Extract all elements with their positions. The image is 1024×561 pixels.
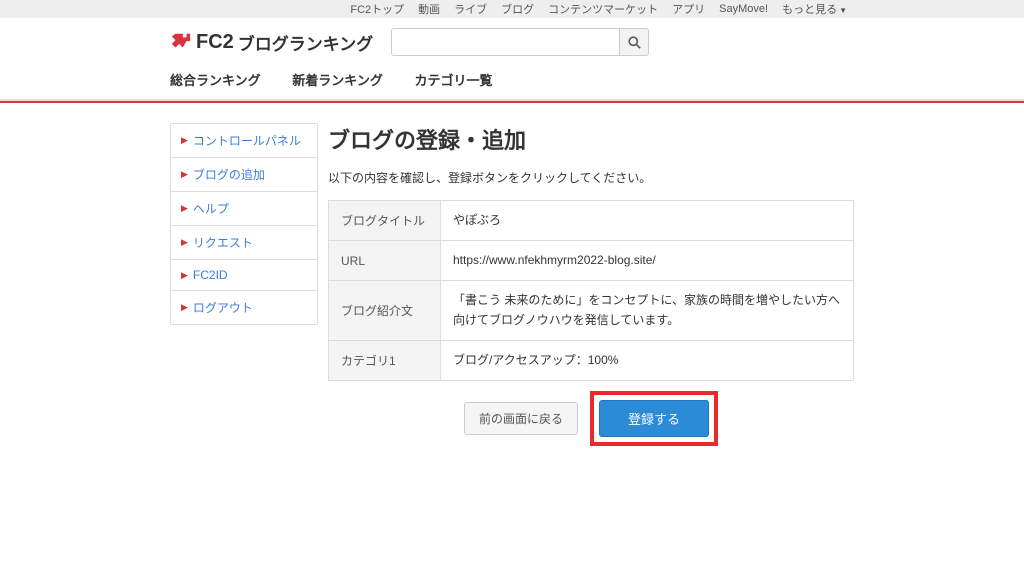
nav-link-overall[interactable]: 総合ランキング bbox=[170, 73, 261, 88]
triangle-icon: ▶ bbox=[181, 169, 188, 180]
topbar-link[interactable]: コンテンツマーケット bbox=[548, 1, 658, 17]
row-value: 「書こう 未来のために」をコンセプトに、家族の時間を増やしたい方へ向けてブログノ… bbox=[441, 281, 854, 340]
nav-link-categories[interactable]: カテゴリ一覧 bbox=[415, 73, 493, 88]
sidebar-item-label: リクエスト bbox=[193, 234, 253, 251]
logo[interactable]: FC2 ブログランキング bbox=[170, 30, 373, 55]
sidebar-item-request[interactable]: ▶ リクエスト bbox=[171, 226, 317, 260]
register-button-highlight: 登録する bbox=[590, 391, 718, 446]
topbar-link[interactable]: FC2トップ bbox=[350, 1, 404, 17]
topbar-link[interactable]: ブログ bbox=[501, 1, 534, 17]
logo-sub-text: ブログランキング bbox=[238, 30, 374, 55]
table-row: URL https://www.nfekhmyrm2022-blog.site/ bbox=[329, 241, 854, 281]
topbar-link[interactable]: アプリ bbox=[672, 1, 705, 17]
top-nav-bar: FC2トップ 動画 ライブ ブログ コンテンツマーケット アプリ SayMove… bbox=[0, 0, 1024, 18]
header: FC2 ブログランキング bbox=[0, 18, 1024, 62]
register-button[interactable]: 登録する bbox=[599, 400, 709, 437]
search-icon bbox=[628, 36, 641, 49]
row-label: ブログ紹介文 bbox=[329, 281, 441, 340]
sidebar-item-control-panel[interactable]: ▶ コントロールパネル bbox=[171, 124, 317, 158]
page-title: ブログの登録・追加 bbox=[328, 123, 854, 155]
nav-link-new[interactable]: 新着ランキング bbox=[292, 73, 383, 88]
sidebar-item-logout[interactable]: ▶ ログアウト bbox=[171, 291, 317, 324]
row-value: ブログ/アクセスアップ：100% bbox=[441, 340, 854, 380]
sidebar-item-help[interactable]: ▶ ヘルプ bbox=[171, 192, 317, 226]
logo-brand-text: FC2 bbox=[196, 31, 234, 54]
sidebar-item-fc2id[interactable]: ▶ FC2ID bbox=[171, 260, 317, 291]
table-row: カテゴリ1 ブログ/アクセスアップ：100% bbox=[329, 340, 854, 380]
sidebar: ▶ コントロールパネル ▶ ブログの追加 ▶ ヘルプ ▶ リクエスト ▶ FC2… bbox=[170, 123, 318, 446]
button-row: 前の画面に戻る 登録する bbox=[328, 391, 854, 446]
row-label: URL bbox=[329, 241, 441, 281]
main-nav: 総合ランキング 新着ランキング カテゴリ一覧 bbox=[0, 62, 1024, 101]
sidebar-item-label: FC2ID bbox=[193, 268, 228, 282]
triangle-icon: ▶ bbox=[181, 135, 188, 146]
sidebar-item-label: コントロールパネル bbox=[193, 132, 301, 149]
row-label: ブログタイトル bbox=[329, 201, 441, 241]
sidebar-item-add-blog[interactable]: ▶ ブログの追加 bbox=[171, 158, 317, 192]
triangle-icon: ▶ bbox=[181, 203, 188, 214]
topbar-more-link[interactable]: もっと見る▼ bbox=[782, 1, 847, 17]
row-value: やぽぶろ bbox=[441, 201, 854, 241]
topbar-link[interactable]: 動画 bbox=[418, 1, 440, 17]
fc2-logo-icon bbox=[170, 31, 192, 53]
search-button[interactable] bbox=[619, 28, 649, 56]
content-area: ▶ コントロールパネル ▶ ブログの追加 ▶ ヘルプ ▶ リクエスト ▶ FC2… bbox=[0, 103, 1024, 446]
search-form bbox=[391, 28, 649, 56]
topbar-link[interactable]: SayMove! bbox=[719, 3, 768, 15]
table-row: ブログタイトル やぽぶろ bbox=[329, 201, 854, 241]
sidebar-item-label: ブログの追加 bbox=[193, 166, 265, 183]
sidebar-item-label: ログアウト bbox=[193, 299, 253, 316]
confirmation-table: ブログタイトル やぽぶろ URL https://www.nfekhmyrm20… bbox=[328, 200, 854, 381]
row-value: https://www.nfekhmyrm2022-blog.site/ bbox=[441, 241, 854, 281]
chevron-down-icon: ▼ bbox=[839, 6, 847, 15]
back-button[interactable]: 前の画面に戻る bbox=[464, 402, 578, 435]
main-content: ブログの登録・追加 以下の内容を確認し、登録ボタンをクリックしてください。 ブロ… bbox=[328, 123, 854, 446]
triangle-icon: ▶ bbox=[181, 270, 188, 281]
row-label: カテゴリ1 bbox=[329, 340, 441, 380]
sidebar-item-label: ヘルプ bbox=[193, 200, 229, 217]
instruction-text: 以下の内容を確認し、登録ボタンをクリックしてください。 bbox=[328, 169, 854, 186]
table-row: ブログ紹介文 「書こう 未来のために」をコンセプトに、家族の時間を増やしたい方へ… bbox=[329, 281, 854, 340]
triangle-icon: ▶ bbox=[181, 302, 188, 313]
search-input[interactable] bbox=[391, 28, 619, 56]
triangle-icon: ▶ bbox=[181, 237, 188, 248]
topbar-link[interactable]: ライブ bbox=[454, 1, 487, 17]
